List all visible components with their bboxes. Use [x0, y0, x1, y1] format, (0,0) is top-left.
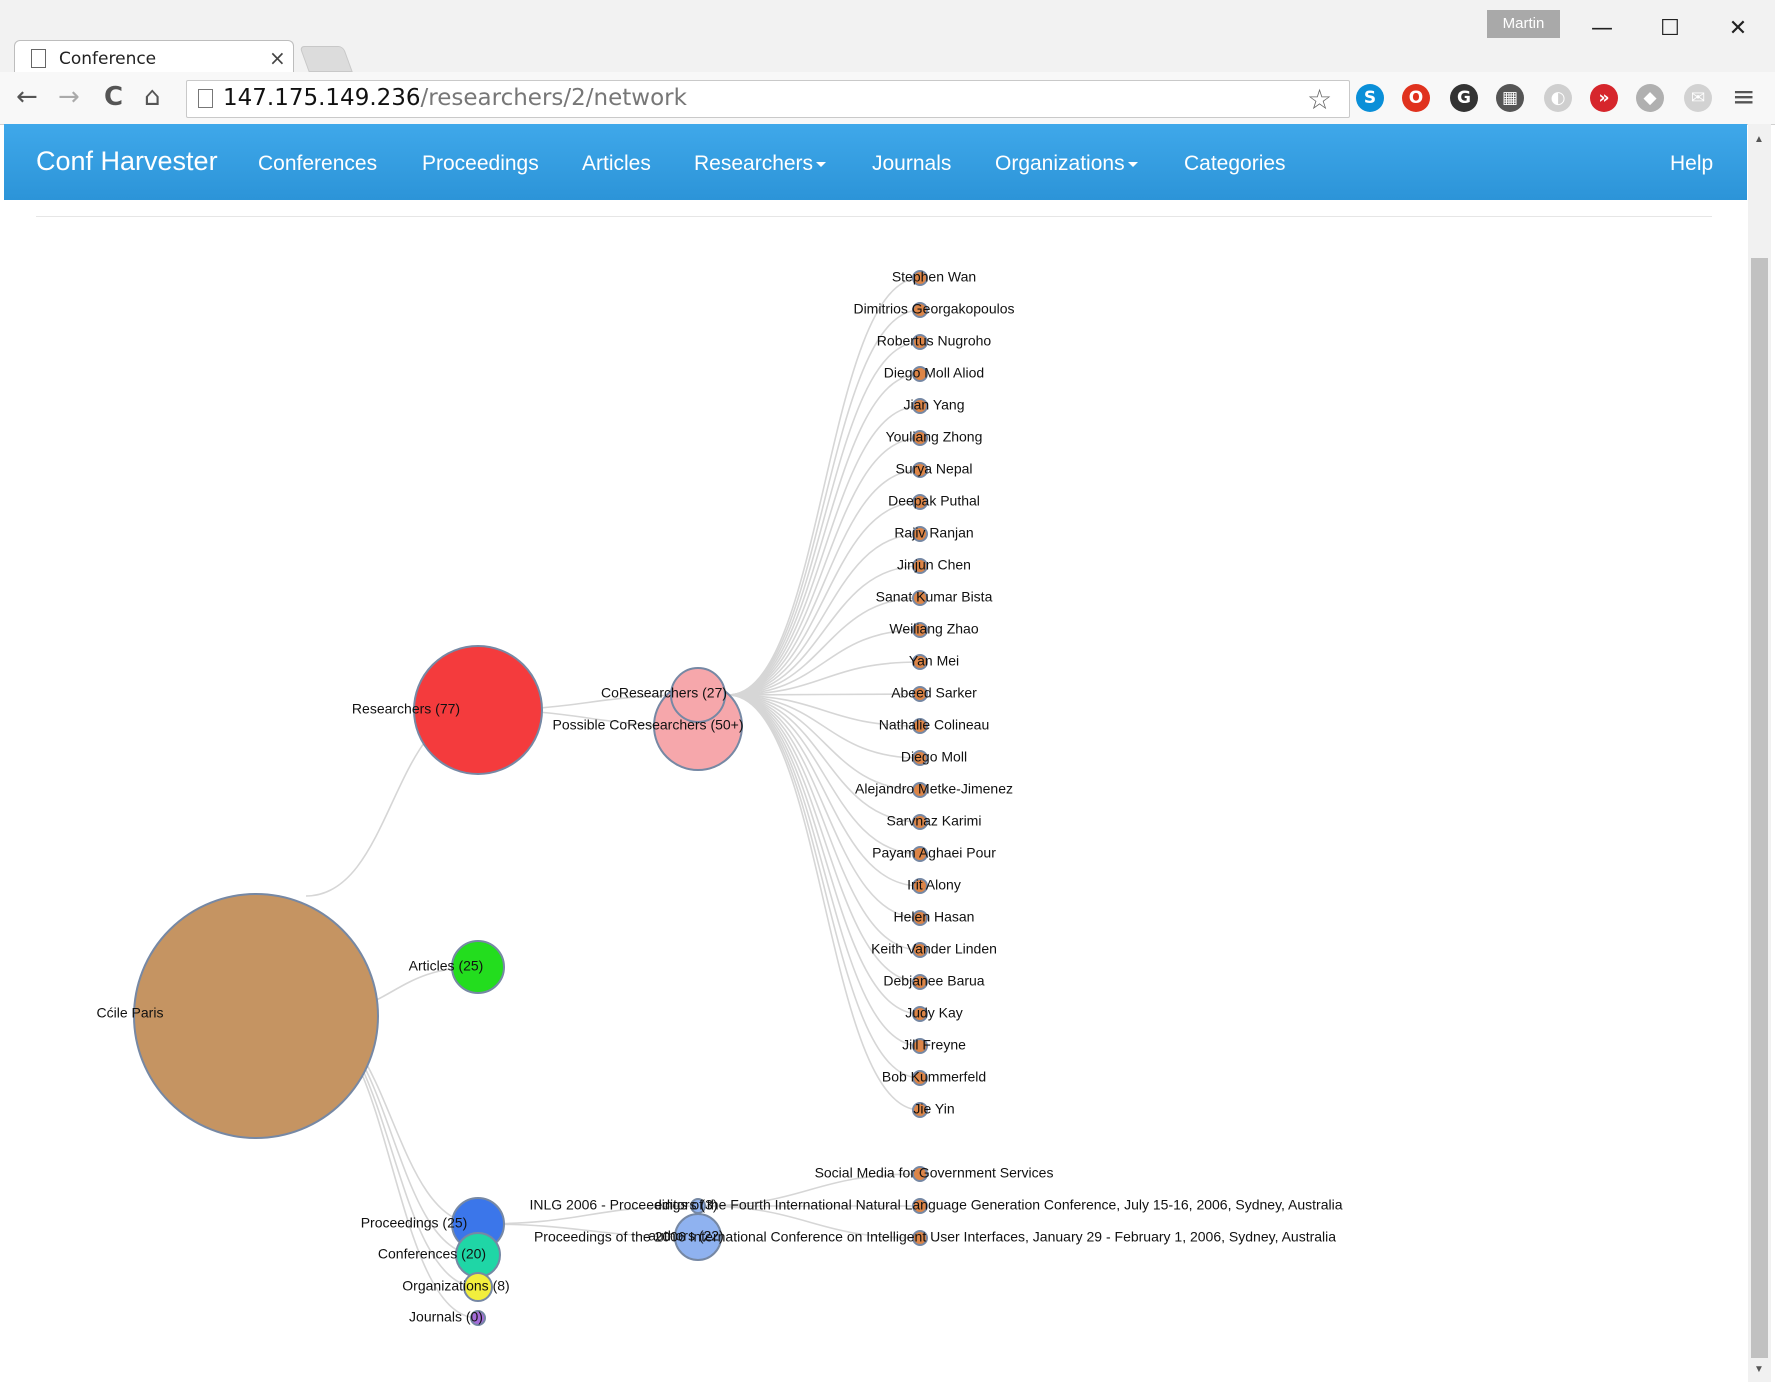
- proceeding-label-3: Proceedings of the 2006 International Co…: [534, 1229, 1336, 1245]
- coresearcher-label-jinjun-chen: Jinjun Chen: [897, 557, 971, 573]
- coresearcher-label-payam-aghaei-pour: Payam Aghaei Pour: [872, 845, 996, 861]
- coresearcher-label-judy-kay: Judy Kay: [905, 1005, 963, 1021]
- coresearcher-label-sanat-kumar-bista: Sanat Kumar Bista: [876, 589, 993, 605]
- scroll-thumb[interactable]: [1751, 258, 1768, 1358]
- page-scrollbar[interactable]: ▲ ▼: [1748, 124, 1771, 1382]
- root-researcher-node[interactable]: [133, 893, 379, 1139]
- coresearcher-label-jill-freyne: Jill Freyne: [902, 1037, 966, 1053]
- coresearcher-label-keith-vander-linden: Keith Vander Linden: [871, 941, 997, 957]
- category-label-organizations: Organizations (8): [402, 1278, 509, 1294]
- category-label-proceedings: Proceedings (25): [361, 1215, 468, 1231]
- coresearcher-label-irit-alony: Irit Alony: [907, 877, 961, 893]
- coresearcher-label-alejandro-metke-jimenez: Alejandro Metke-Jimenez: [855, 781, 1013, 797]
- category-label-conferences: Conferences (20): [378, 1246, 486, 1262]
- link-to-rajiv-ranjan: [727, 533, 921, 696]
- coresearcher-label-abeed-sarker: Abeed Sarker: [891, 685, 977, 701]
- coresearcher-label-weiliang-zhao: Weiliang Zhao: [889, 621, 978, 637]
- coresearcher-label-jie-yin: Jie Yin: [913, 1101, 954, 1117]
- coresearcher-label-rajiv-ranjan: Rajiv Ranjan: [894, 525, 973, 541]
- coresearcher-label-diego-moll-aliod: Diego Moll Aliod: [884, 365, 984, 381]
- possible-coresearchers-label: Possible CoResearchers (50+): [552, 717, 743, 733]
- root-researcher-label: Cćile Paris: [97, 1005, 164, 1021]
- link-to-debjanee-barua: [727, 694, 921, 983]
- link-to-sarvnaz-karimi: [727, 694, 921, 823]
- coresearcher-label-youliang-zhong: Youliang Zhong: [886, 429, 983, 445]
- coresearcher-label-robertus-nugroho: Robertus Nugroho: [877, 333, 992, 349]
- coresearcher-label-yan-mei: Yan Mei: [909, 653, 959, 669]
- link-to-jill-freyne: [727, 694, 921, 1047]
- scroll-down-arrow-icon[interactable]: ▼: [1754, 1364, 1764, 1375]
- link-to-bob-kummerfeld: [727, 694, 921, 1079]
- researcher-network-graph[interactable]: Cćile Paris Researchers (77) Articles (25)…: [0, 0, 1748, 1382]
- proceeding-label-1: Social Media for Government Services: [815, 1165, 1054, 1181]
- coresearcher-label-jian-yang: Jian Yang: [904, 397, 965, 413]
- coresearcher-label-bob-kummerfeld: Bob Kummerfeld: [882, 1069, 986, 1085]
- coresearcher-label-stephen-wan: Stephen Wan: [892, 269, 976, 285]
- coresearcher-label-dimitrios-georgakopoulos: Dimitrios Georgakopoulos: [853, 301, 1014, 317]
- proceeding-label-2: INLG 2006 - Proceedings of the Fourth In…: [529, 1197, 1342, 1213]
- coresearchers-label: CoResearchers (27): [601, 685, 727, 701]
- coresearcher-label-debjanee-barua: Debjanee Barua: [883, 973, 984, 989]
- link-to-youliang-zhong: [727, 437, 921, 696]
- link-to-robertus-nugroho: [727, 341, 921, 696]
- coresearcher-label-helen-hasan: Helen Hasan: [894, 909, 975, 925]
- coresearcher-label-nathalie-colineau: Nathalie Colineau: [879, 717, 990, 733]
- coresearcher-label-diego-moll: Diego Moll: [901, 749, 967, 765]
- category-label-researchers: Researchers (77): [352, 701, 460, 717]
- category-label-articles: Articles (25): [409, 958, 484, 974]
- category-label-journals: Journals (0): [409, 1309, 483, 1325]
- link-to-jian-yang: [727, 405, 921, 696]
- coresearcher-label-sarvnaz-karimi: Sarvnaz Karimi: [887, 813, 982, 829]
- coresearcher-label-deepak-puthal: Deepak Puthal: [888, 493, 980, 509]
- coresearcher-label-surya-nepal: Surya Nepal: [895, 461, 972, 477]
- scroll-up-arrow-icon[interactable]: ▲: [1754, 134, 1764, 145]
